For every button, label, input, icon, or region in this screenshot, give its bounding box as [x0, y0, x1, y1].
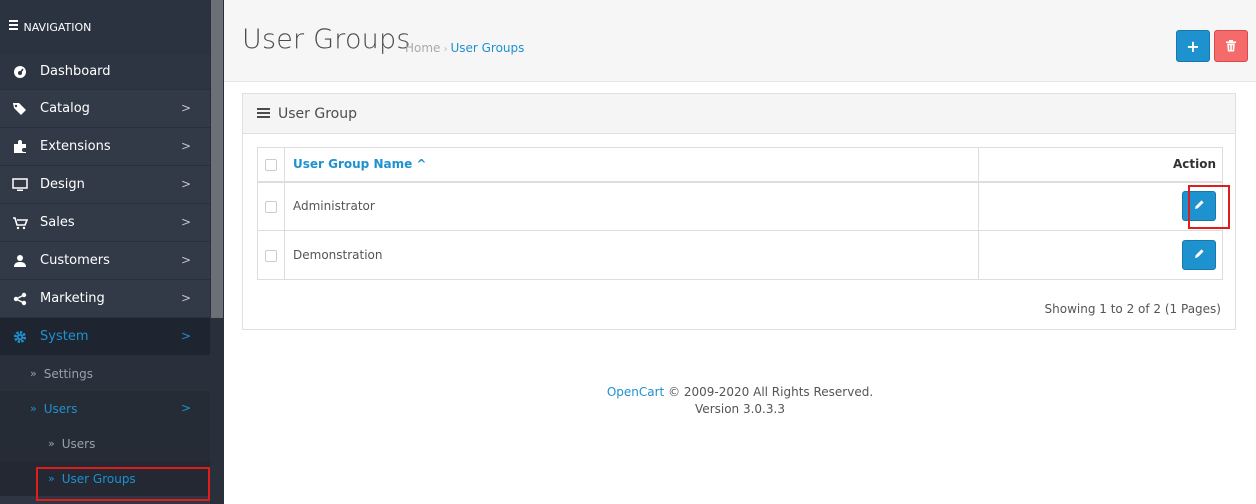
delete-button[interactable] — [1214, 30, 1248, 62]
navigation-heading-label: NAVIGATION — [23, 21, 92, 34]
chevron-right-icon: > — [180, 177, 191, 191]
breadcrumb-home-link[interactable]: Home — [405, 41, 440, 55]
row-checkbox[interactable] — [265, 200, 277, 213]
user-group-name-cell: Demonstration — [283, 230, 980, 280]
trash-icon — [1226, 37, 1236, 56]
sidebar-item-label: Sales — [40, 215, 75, 230]
chevron-right-icon: > — [180, 253, 191, 267]
sidebar-subsubitem-label: Users — [61, 436, 96, 451]
user-group-panel: User Group User Group Name ^ Action Admi… — [242, 93, 1236, 330]
sidebar-item-label: Catalog — [40, 101, 90, 116]
table-row: Administrator — [257, 181, 1223, 231]
double-chevron-icon: » — [30, 402, 37, 415]
row-select-cell — [257, 181, 285, 231]
chevron-right-icon: > — [180, 291, 191, 305]
menu-bars-icon — [9, 20, 18, 32]
cart-icon — [12, 215, 28, 231]
action-cell — [978, 181, 1223, 231]
sidebar-subsubitem-users[interactable]: » Users — [0, 426, 210, 461]
breadcrumb-current-link[interactable]: User Groups — [450, 41, 524, 55]
sidebar-item-label: System — [40, 329, 89, 344]
sidebar-item-label: Extensions — [40, 139, 111, 154]
double-chevron-icon: » — [30, 367, 37, 380]
breadcrumb-separator: › — [443, 44, 448, 55]
column-header-name-label: User Group Name ^ — [293, 157, 427, 172]
user-group-table: User Group Name ^ Action Administrator D… — [257, 147, 1223, 280]
column-header-action: Action — [978, 147, 1223, 183]
footer: OpenCart © 2009-2020 All Rights Reserved… — [224, 384, 1256, 418]
user-group-name-cell: Administrator — [283, 181, 980, 231]
chevron-right-icon: > — [180, 329, 191, 343]
copyright-text: © 2009-2020 All Rights Reserved. — [664, 385, 874, 399]
version-text: Version 3.0.3.3 — [695, 402, 785, 416]
table-row: Demonstration — [257, 230, 1223, 280]
sidebar-item-catalog[interactable]: Catalog > — [0, 90, 210, 128]
monitor-icon — [12, 177, 28, 193]
main-content: User Groups Home › User Groups + User Grou… — [224, 0, 1256, 504]
user-icon — [12, 253, 28, 269]
double-chevron-icon: » — [48, 437, 55, 450]
row-select-cell — [257, 230, 285, 280]
puzzle-icon — [12, 139, 28, 155]
select-all-cell — [257, 147, 285, 183]
panel-heading: User Group — [243, 94, 1235, 134]
pencil-icon — [1194, 248, 1205, 262]
sidebar-subitem-label: Settings — [43, 366, 93, 381]
select-all-checkbox[interactable] — [265, 158, 277, 171]
sidebar-subitem-label: Users — [43, 401, 78, 416]
sidebar-subitem-settings[interactable]: » Settings — [0, 356, 210, 391]
plus-icon: + — [1186, 36, 1200, 56]
tag-icon — [12, 101, 28, 117]
sidebar-item-sales[interactable]: Sales > — [0, 204, 210, 242]
share-icon — [12, 291, 28, 307]
chevron-right-icon: > — [180, 101, 191, 115]
column-header-name[interactable]: User Group Name ^ — [283, 147, 980, 183]
sidebar: NAVIGATION Dashboard Catalog > Extension… — [0, 0, 224, 504]
sidebar-item-label: Marketing — [40, 291, 105, 306]
sidebar-item-marketing[interactable]: Marketing > — [0, 280, 210, 318]
list-icon — [257, 108, 270, 119]
row-checkbox[interactable] — [265, 249, 277, 262]
chevron-right-icon: > — [180, 401, 191, 415]
sidebar-subitem-users[interactable]: » Users > — [0, 391, 210, 426]
sidebar-scrollbar-thumb[interactable] — [211, 0, 223, 318]
page-title: User Groups — [242, 24, 411, 55]
breadcrumb: Home › User Groups — [405, 41, 524, 55]
panel-title: User Group — [278, 105, 357, 122]
sidebar-item-design[interactable]: Design > — [0, 166, 210, 204]
table-header-row: User Group Name ^ Action — [257, 147, 1223, 183]
sidebar-item-label: Design — [40, 177, 85, 192]
sidebar-item-extensions[interactable]: Extensions > — [0, 128, 210, 166]
sidebar-item-label: Dashboard — [40, 64, 111, 79]
page-header: User Groups Home › User Groups + — [224, 0, 1256, 82]
opencart-link[interactable]: OpenCart — [607, 385, 664, 399]
copyright-line: OpenCart © 2009-2020 All Rights Reserved… — [224, 384, 1256, 401]
edit-button[interactable] — [1182, 240, 1216, 270]
sidebar-item-dashboard[interactable]: Dashboard — [0, 54, 210, 90]
action-cell — [978, 230, 1223, 280]
chevron-right-icon: > — [180, 215, 191, 229]
pagination-text: Showing 1 to 2 of 2 (1 Pages) — [1044, 302, 1221, 316]
sidebar-item-customers[interactable]: Customers > — [0, 242, 210, 280]
user-groups-highlight-box — [36, 467, 210, 501]
dashboard-icon — [12, 64, 28, 80]
sidebar-item-system[interactable]: System > — [0, 318, 210, 356]
sidebar-item-label: Customers — [40, 253, 110, 268]
gear-icon — [12, 329, 28, 345]
edit-button-highlight-box — [1188, 185, 1230, 229]
navigation-heading[interactable]: NAVIGATION — [0, 0, 210, 54]
chevron-right-icon: > — [180, 139, 191, 153]
add-new-button[interactable]: + — [1176, 30, 1210, 62]
